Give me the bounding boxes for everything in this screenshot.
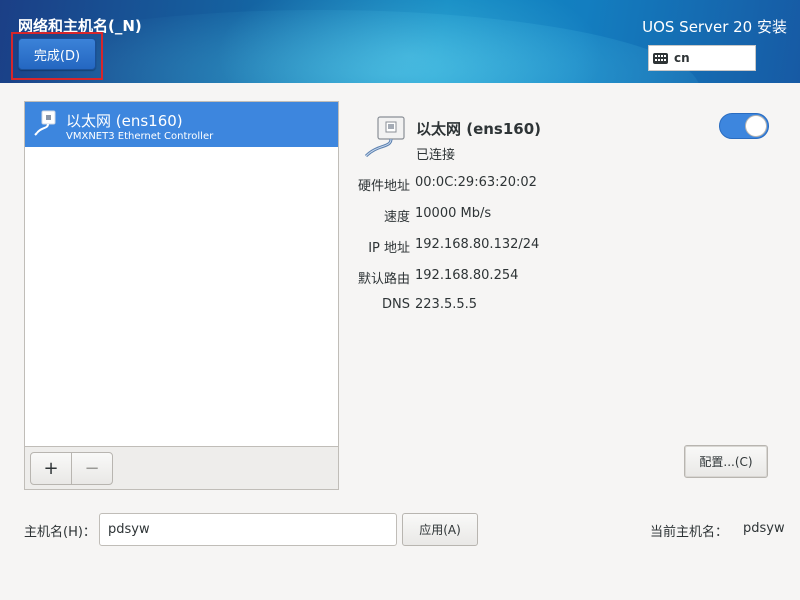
device-list-toolbar: + − (25, 446, 338, 489)
property-value: 192.168.80.132/24 (415, 237, 540, 252)
device-list-item-ens160[interactable]: 以太网 (ens160) VMXNET3 Ethernet Controller (25, 102, 338, 147)
property-speed: 速度 10000 Mb/s (340, 206, 640, 225)
hostname-label: 主机名(H)： (24, 525, 96, 540)
banner-decoration-secondary (200, 0, 620, 83)
add-device-button[interactable]: + (30, 452, 72, 485)
configure-button[interactable]: 配置...(C) (684, 445, 768, 478)
apply-hostname-button[interactable]: 应用(A) (402, 513, 478, 546)
ethernet-cable-icon (34, 110, 56, 136)
toggle-knob (745, 115, 767, 137)
remove-device-button[interactable]: − (71, 452, 113, 485)
device-connection-status: 已连接 (416, 148, 456, 163)
device-list: 以太网 (ens160) VMXNET3 Ethernet Controller… (24, 101, 339, 490)
keyboard-layout-indicator[interactable]: cn (648, 45, 756, 71)
ethernet-cable-icon (364, 116, 405, 158)
device-enable-toggle[interactable] (719, 113, 769, 139)
product-title: UOS Server 20 安装 (642, 18, 787, 36)
property-dns: DNS 223.5.5.5 (340, 297, 640, 315)
property-value: 00:0C:29:63:20:02 (415, 175, 537, 190)
hostname-input[interactable] (99, 513, 397, 546)
keyboard-icon (653, 52, 668, 64)
current-hostname-value: pdsyw (743, 521, 785, 536)
property-value: 223.5.5.5 (415, 297, 478, 312)
property-value: 10000 Mb/s (415, 206, 492, 221)
device-description: VMXNET3 Ethernet Controller (66, 131, 214, 142)
property-label: 速度 (383, 210, 410, 225)
property-value: 192.168.80.254 (415, 268, 519, 283)
current-hostname-label: 当前主机名： (650, 525, 729, 540)
done-button[interactable]: 完成(D) (18, 38, 96, 70)
keyboard-layout-label: cn (674, 51, 690, 65)
property-ip-address: IP 地址 192.168.80.132/24 (340, 237, 640, 256)
property-label: 默认路由 (357, 272, 410, 287)
property-label: IP 地址 (368, 241, 410, 256)
device-detail-name: 以太网 (ens160) (416, 120, 542, 138)
property-label: DNS (382, 297, 410, 312)
property-hardware-address: 硬件地址 00:0C:29:63:20:02 (340, 175, 640, 194)
property-label: 硬件地址 (357, 179, 410, 194)
device-name: 以太网 (ens160) (66, 112, 183, 130)
header-banner: 网络和主机名(_N) 完成(D) UOS Server 20 安装 cn (0, 0, 800, 83)
property-default-route: 默认路由 192.168.80.254 (340, 268, 640, 287)
